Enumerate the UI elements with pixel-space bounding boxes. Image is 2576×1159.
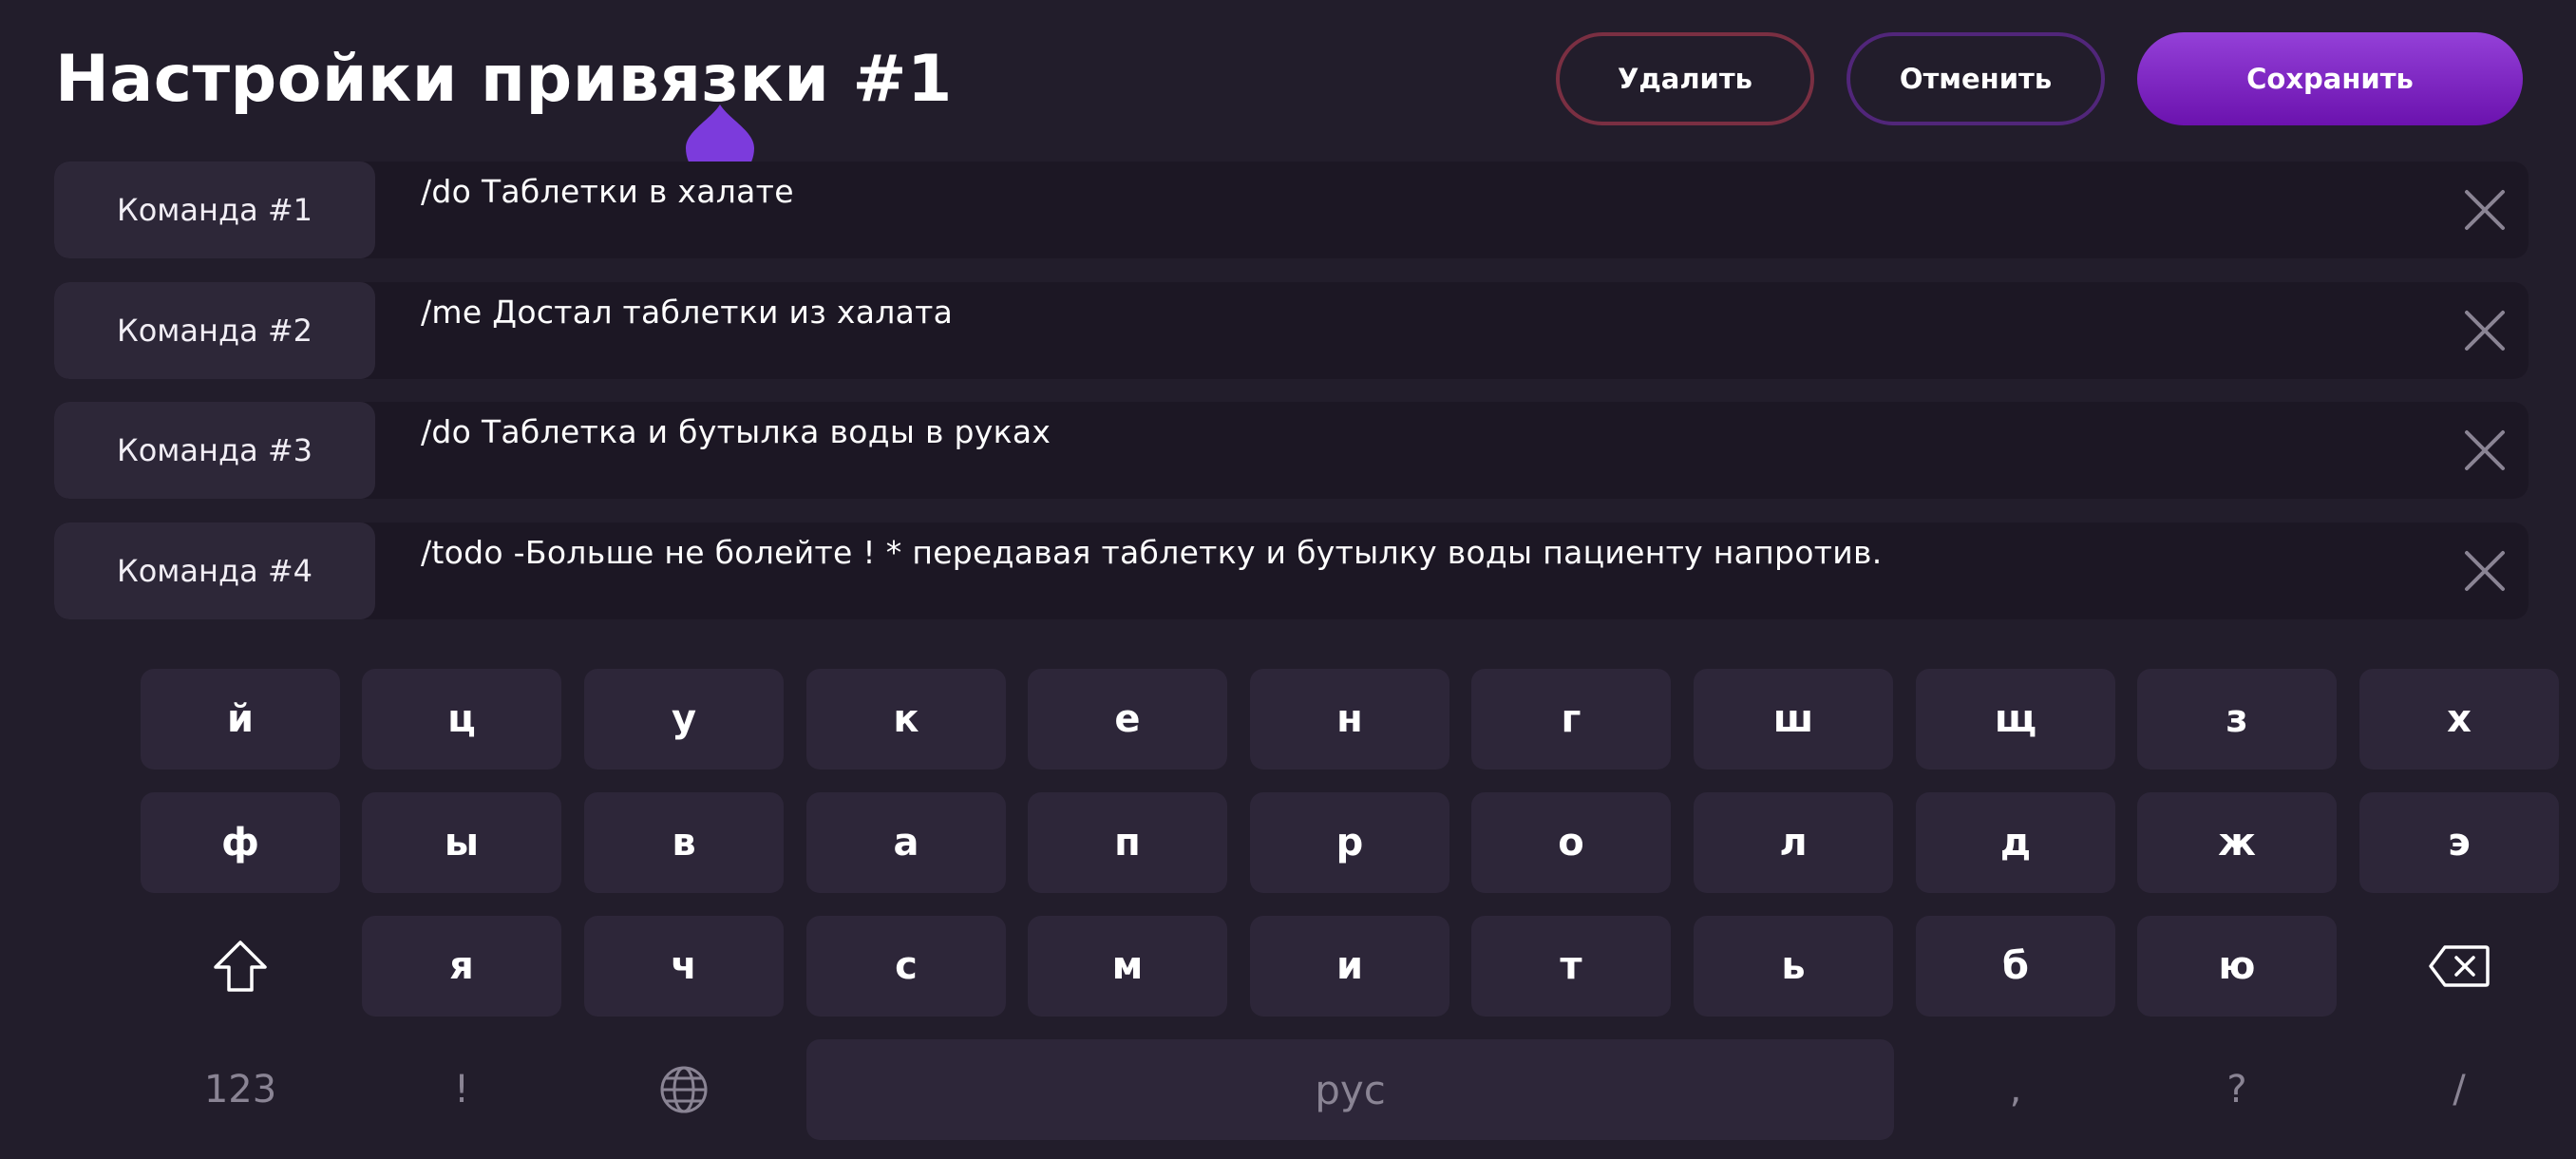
- key[interactable]: р: [1250, 792, 1449, 893]
- key[interactable]: о: [1471, 792, 1671, 893]
- command-row: Команда #4 /todo -Больше не болейте ! * …: [54, 522, 2529, 619]
- exclamation-key[interactable]: !: [362, 1039, 561, 1140]
- key[interactable]: т: [1471, 916, 1671, 1016]
- close-icon[interactable]: [2463, 309, 2507, 352]
- key[interactable]: н: [1250, 669, 1449, 770]
- key[interactable]: в: [584, 792, 784, 893]
- question-key[interactable]: ?: [2137, 1039, 2337, 1140]
- language-key[interactable]: [584, 1039, 784, 1140]
- key[interactable]: и: [1250, 916, 1449, 1016]
- close-icon[interactable]: [2463, 549, 2507, 593]
- command-label: Команда #4: [54, 522, 375, 619]
- key[interactable]: п: [1028, 792, 1227, 893]
- key[interactable]: б: [1916, 916, 2115, 1016]
- command-input[interactable]: /do Таблетки в халате: [421, 173, 794, 210]
- key[interactable]: г: [1471, 669, 1671, 770]
- shift-key[interactable]: [141, 916, 340, 1016]
- command-input[interactable]: /todo -Больше не болейте ! * передавая т…: [421, 534, 1883, 571]
- globe-icon: [660, 1066, 708, 1113]
- key[interactable]: д: [1916, 792, 2115, 893]
- key[interactable]: ь: [1694, 916, 1893, 1016]
- close-icon[interactable]: [2463, 188, 2507, 232]
- command-row: Команда #3 /do Таблетка и бутылка воды в…: [54, 402, 2529, 499]
- key[interactable]: ф: [141, 792, 340, 893]
- command-input[interactable]: /do Таблетка и бутылка воды в руках: [421, 413, 1051, 450]
- key[interactable]: к: [806, 669, 1006, 770]
- key[interactable]: у: [584, 669, 784, 770]
- numbers-key[interactable]: 123: [141, 1039, 340, 1140]
- command-label: Команда #3: [54, 402, 375, 499]
- command-input[interactable]: /me Достал таблетки из халата: [421, 294, 953, 331]
- key[interactable]: ю: [2137, 916, 2337, 1016]
- delete-button[interactable]: Удалить: [1556, 32, 1814, 125]
- close-icon[interactable]: [2463, 428, 2507, 472]
- command-row: Команда #2 /me Достал таблетки из халата: [54, 282, 2529, 379]
- slash-key[interactable]: /: [2359, 1039, 2559, 1140]
- key[interactable]: л: [1694, 792, 1893, 893]
- key[interactable]: ш: [1694, 669, 1893, 770]
- key[interactable]: щ: [1916, 669, 2115, 770]
- key[interactable]: й: [141, 669, 340, 770]
- shift-icon: [214, 940, 267, 992]
- command-label: Команда #1: [54, 162, 375, 258]
- key[interactable]: ж: [2137, 792, 2337, 893]
- save-button[interactable]: Сохранить: [2137, 32, 2523, 125]
- key[interactable]: ы: [362, 792, 561, 893]
- space-key[interactable]: рус: [806, 1039, 1894, 1140]
- backspace-key[interactable]: [2359, 916, 2559, 1016]
- backspace-icon: [2429, 945, 2490, 987]
- command-label: Команда #2: [54, 282, 375, 379]
- page-title: Настройки привязки #1: [55, 42, 953, 117]
- cancel-button[interactable]: Отменить: [1847, 32, 2105, 125]
- key[interactable]: е: [1028, 669, 1227, 770]
- key[interactable]: а: [806, 792, 1006, 893]
- key[interactable]: э: [2359, 792, 2559, 893]
- key[interactable]: с: [806, 916, 1006, 1016]
- key[interactable]: ц: [362, 669, 561, 770]
- key[interactable]: х: [2359, 669, 2559, 770]
- command-row: Команда #1 /do Таблетки в халате: [54, 162, 2529, 258]
- key[interactable]: з: [2137, 669, 2337, 770]
- key[interactable]: я: [362, 916, 561, 1016]
- key[interactable]: м: [1028, 916, 1227, 1016]
- comma-key[interactable]: ,: [1916, 1039, 2115, 1140]
- key[interactable]: ч: [584, 916, 784, 1016]
